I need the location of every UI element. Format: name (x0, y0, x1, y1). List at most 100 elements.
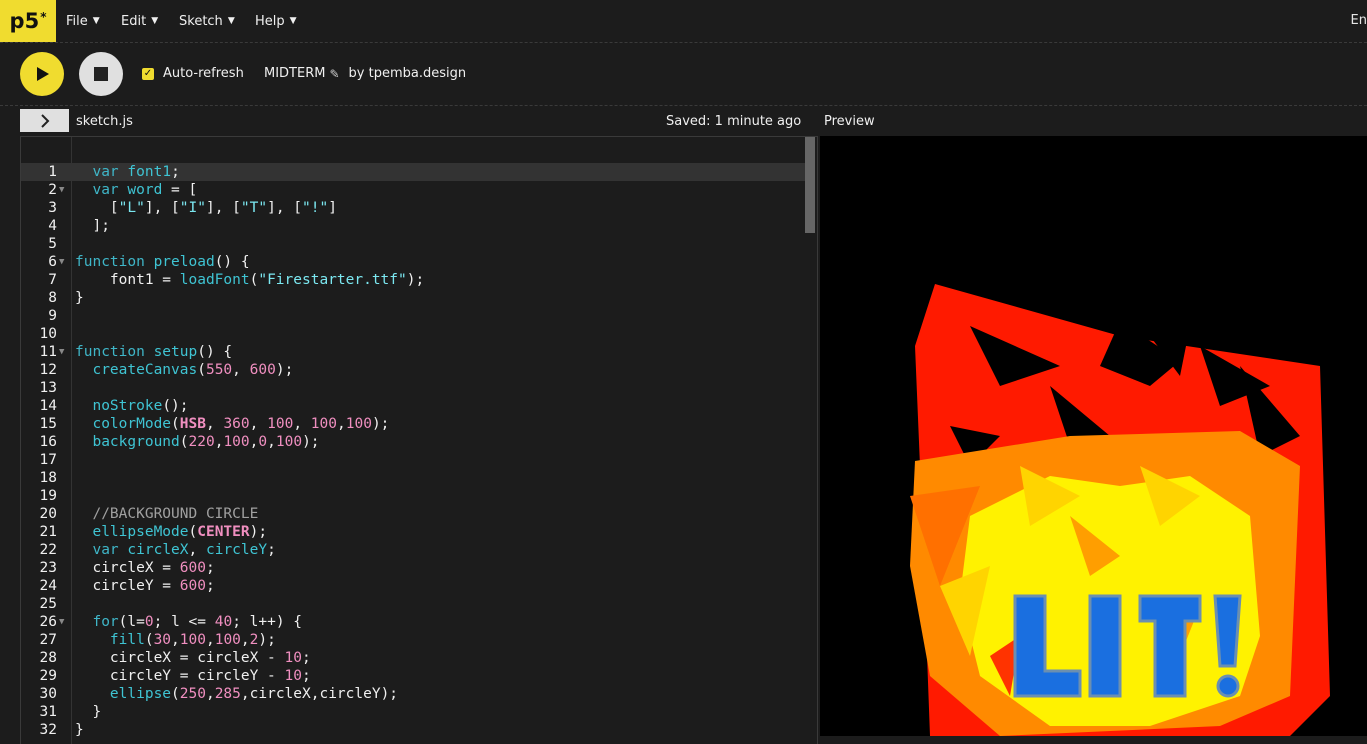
sketch-preview[interactable] (820, 136, 1367, 736)
line-number: 3 (48, 200, 57, 216)
chevron-down-icon: ▼ (151, 16, 159, 26)
chevron-down-icon: ▼ (227, 16, 235, 26)
line-number: 25 (39, 596, 57, 612)
line-number: 13 (39, 380, 57, 396)
code-text: font1 = loadFont("Firestarter.ttf"); (75, 272, 425, 288)
code-text: ]; (75, 218, 110, 234)
code-line[interactable]: 10 (21, 325, 805, 343)
code-line[interactable]: 25 (21, 595, 805, 613)
code-text: circleX = 600; (75, 560, 215, 576)
line-number: 1 (48, 164, 57, 180)
code-line[interactable]: 31 } (21, 703, 805, 721)
menu-file[interactable]: File ▼ (66, 0, 100, 42)
fold-arrow-icon[interactable]: ▼ (59, 343, 64, 361)
line-number: 5 (48, 236, 57, 252)
play-button[interactable] (20, 52, 64, 96)
code-line[interactable]: 7 font1 = loadFont("Firestarter.ttf"); (21, 271, 805, 289)
code-text: background(220,100,0,100); (92, 434, 320, 450)
language-menu[interactable]: En (1351, 13, 1367, 28)
code-line[interactable]: 17 (21, 451, 805, 469)
line-number: 23 (39, 560, 57, 576)
line-number: 32 (39, 722, 57, 738)
line-number: 8 (48, 290, 57, 306)
line-number: 12 (39, 362, 57, 378)
menu-sketch[interactable]: Sketch ▼ (179, 0, 235, 42)
code-line[interactable]: 5 (21, 235, 805, 253)
line-number: 9 (48, 308, 57, 324)
code-text: } (75, 290, 84, 306)
code-line[interactable]: 6 ▼ function preload() { (21, 253, 805, 271)
p5-logo[interactable]: p5 * (0, 0, 56, 42)
code-text: ellipse(250,285,circleX,circleY); (109, 686, 399, 702)
fold-arrow-icon[interactable]: ▼ (59, 613, 64, 631)
code-line[interactable]: 24 circleY = 600; (21, 577, 805, 595)
code-line[interactable]: 30 ellipse(250,285,circleX,circleY); (21, 685, 805, 703)
code-line[interactable]: 1 var font1; (21, 163, 805, 181)
line-number: 21 (39, 524, 57, 540)
line-number: 31 (39, 704, 57, 720)
code-line[interactable]: 20 //BACKGROUND CIRCLE (21, 505, 805, 523)
code-line[interactable]: 23 circleX = 600; (21, 559, 805, 577)
line-number: 14 (39, 398, 57, 414)
code-line[interactable]: 9 (21, 307, 805, 325)
stop-button[interactable] (79, 52, 123, 96)
preview-canvas (820, 136, 1367, 736)
line-number: 19 (39, 488, 57, 504)
code-line[interactable]: 2 ▼ var word = [ (21, 181, 805, 199)
code-line[interactable]: 13 (21, 379, 805, 397)
autorefresh-toggle[interactable]: ✓ Auto-refresh (142, 66, 244, 81)
top-nav: p5 * File ▼ Edit ▼ Sketch ▼ Help ▼ En (0, 0, 1367, 43)
code-line[interactable]: 28 circleX = circleX - 10; (21, 649, 805, 667)
code-line[interactable]: 15 colorMode(HSB, 360, 100, 100,100); (21, 415, 805, 433)
fold-arrow-icon[interactable]: ▼ (59, 253, 64, 271)
code-text: } (75, 722, 84, 738)
menu-help[interactable]: Help ▼ (255, 0, 297, 42)
toolbar: ✓ Auto-refresh MIDTERM ✎ by tpemba.desig… (0, 43, 1367, 106)
line-number: 20 (39, 506, 57, 522)
preview-label: Preview (824, 114, 875, 129)
pencil-icon[interactable]: ✎ (329, 67, 339, 81)
line-number: 17 (39, 452, 57, 468)
code-text: var word = [ (92, 182, 198, 198)
code-line[interactable]: 11 ▼ function setup() { (21, 343, 805, 361)
line-number: 4 (48, 218, 57, 234)
code-text: } (75, 704, 102, 720)
menu-edit[interactable]: Edit ▼ (121, 0, 158, 42)
code-line[interactable]: 18 (21, 469, 805, 487)
code-line[interactable]: 14 noStroke(); (21, 397, 805, 415)
code-line[interactable]: 26 ▼ for(l=0; l <= 40; l++) { (21, 613, 805, 631)
fold-arrow-icon[interactable]: ▼ (59, 181, 64, 199)
project-name[interactable]: MIDTERM (264, 66, 325, 81)
chevron-right-icon (40, 113, 49, 128)
code-line[interactable]: 22 var circleX, circleY; (21, 541, 805, 559)
line-number: 7 (48, 272, 57, 288)
code-line[interactable]: 4 ]; (21, 217, 805, 235)
code-line[interactable]: 27 fill(30,100,100,2); (21, 631, 805, 649)
file-bar: sketch.js Saved: 1 minute ago Preview (0, 107, 1367, 136)
line-number: 28 (39, 650, 57, 666)
code-text: function preload() { (75, 254, 250, 270)
code-line[interactable]: 21 ellipseMode(CENTER); (21, 523, 805, 541)
sidebar-toggle-button[interactable] (20, 109, 69, 132)
code-line[interactable]: 32} (21, 721, 805, 739)
code-line[interactable]: 3 ["L"], ["I"], ["T"], ["!"] (21, 199, 805, 217)
project-author[interactable]: by tpemba.design (349, 66, 467, 81)
code-line[interactable]: 8} (21, 289, 805, 307)
code-text: circleY = 600; (75, 578, 215, 594)
code-text: ellipseMode(CENTER); (92, 524, 268, 540)
code-line[interactable]: 16 background(220,100,0,100); (21, 433, 805, 451)
code-line[interactable]: 12 createCanvas(550, 600); (21, 361, 805, 379)
code-text: for(l=0; l <= 40; l++) { (92, 614, 303, 630)
code-line[interactable]: 29 circleY = circleY - 10; (21, 667, 805, 685)
editor-scrollbar[interactable] (805, 137, 815, 233)
code-text: colorMode(HSB, 360, 100, 100,100); (92, 416, 390, 432)
code-text: function setup() { (75, 344, 233, 360)
line-number: 15 (39, 416, 57, 432)
code-editor[interactable]: 1 var font1; 2 ▼ var word = [3 ["L"], ["I"… (20, 136, 818, 744)
line-number: 30 (39, 686, 57, 702)
stop-icon (94, 67, 108, 81)
project-info: MIDTERM ✎ by tpemba.design (264, 66, 466, 81)
file-name: sketch.js (76, 114, 133, 129)
autorefresh-checkbox[interactable]: ✓ (142, 67, 154, 80)
code-line[interactable]: 19 (21, 487, 805, 505)
